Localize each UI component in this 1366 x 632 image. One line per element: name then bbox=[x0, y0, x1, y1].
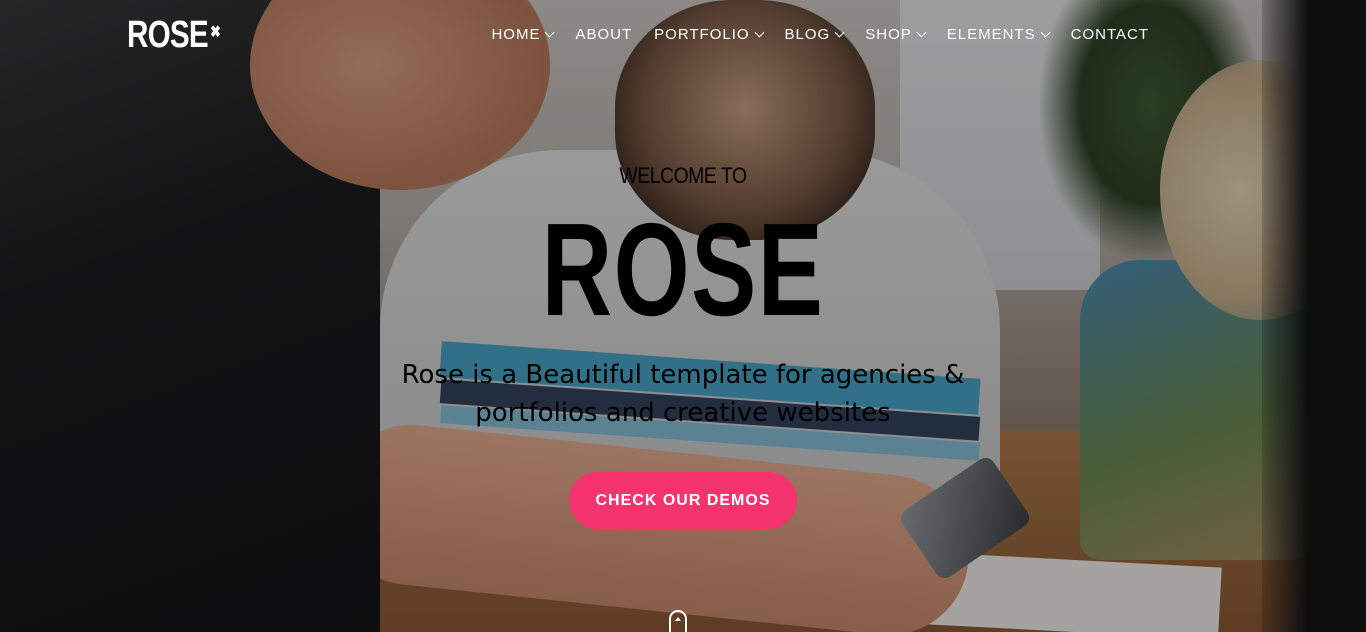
nav-item-label: ELEMENTS bbox=[946, 26, 1036, 43]
nav-item-label: SHOP bbox=[865, 26, 912, 43]
chevron-down-icon bbox=[916, 27, 927, 38]
hero-title: ROSE bbox=[541, 196, 825, 343]
logo-text: ROSE bbox=[127, 14, 209, 56]
nav-item-label: CONTACT bbox=[1070, 26, 1149, 43]
chevron-down-icon bbox=[545, 27, 555, 38]
hero-subtitle-line-2: portfolios and creative websites bbox=[475, 398, 891, 428]
nav-item-portfolio[interactable]: PORTFOLIO bbox=[643, 26, 773, 43]
hero-subtitle: Rose is a Beautiful template for agencie… bbox=[383, 356, 983, 432]
logo-x-icon: ✖ bbox=[210, 24, 220, 41]
check-demos-button[interactable]: CHECK OUR DEMOS bbox=[569, 472, 797, 529]
hero-welcome-text: WELCOME TO bbox=[619, 163, 747, 188]
chevron-down-icon bbox=[1040, 27, 1051, 38]
mouse-scroll-icon[interactable] bbox=[669, 610, 687, 632]
nav-item-blog[interactable]: BLOG bbox=[774, 26, 855, 43]
nav-item-label: PORTFOLIO bbox=[654, 26, 750, 43]
nav-item-shop[interactable]: SHOP bbox=[854, 26, 936, 43]
nav-item-label: ABOUT bbox=[575, 26, 633, 43]
main-navigation: HOME ABOUT PORTFOLIO BLOG SHOP ELEMENTS … bbox=[480, 26, 1160, 43]
hero-section: ROSE ✖ HOME ABOUT PORTFOLIO BLOG SHOP EL… bbox=[0, 0, 1366, 632]
chevron-down-icon bbox=[834, 27, 845, 38]
nav-item-label: BLOG bbox=[784, 26, 831, 43]
nav-item-label: HOME bbox=[491, 26, 541, 43]
chevron-down-icon bbox=[754, 27, 764, 38]
nav-item-contact[interactable]: CONTACT bbox=[1060, 26, 1160, 43]
scroll-arrow-icon bbox=[675, 617, 681, 621]
nav-item-elements[interactable]: ELEMENTS bbox=[936, 26, 1060, 43]
site-logo[interactable]: ROSE ✖ bbox=[127, 14, 221, 57]
hero-subtitle-line-1: Rose is a Beautiful template for agencie… bbox=[401, 360, 965, 390]
nav-item-home[interactable]: HOME bbox=[480, 26, 564, 43]
nav-item-about[interactable]: ABOUT bbox=[564, 26, 643, 43]
